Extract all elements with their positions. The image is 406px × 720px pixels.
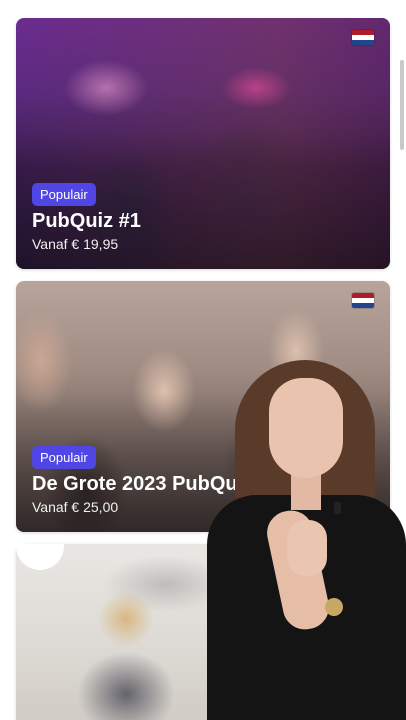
screen: Populair PubQuiz #1 Vanaf € 19,95 Popula… bbox=[0, 0, 406, 720]
lapel-microphone-icon bbox=[334, 502, 341, 514]
presenter-video-overlay bbox=[207, 360, 406, 720]
presenter-hand bbox=[287, 520, 327, 576]
presenter-face bbox=[269, 378, 343, 478]
popular-badge: Populair bbox=[32, 183, 96, 206]
netherlands-flag-icon bbox=[352, 293, 374, 308]
wristwatch-icon bbox=[325, 598, 343, 616]
netherlands-flag-icon bbox=[352, 30, 374, 45]
card-price: Vanaf € 19,95 bbox=[32, 236, 119, 252]
card-title: PubQuiz #1 bbox=[32, 210, 141, 232]
scrollbar-thumb[interactable] bbox=[400, 60, 404, 150]
quiz-card-pubquiz-1[interactable]: Populair PubQuiz #1 Vanaf € 19,95 bbox=[16, 18, 390, 269]
flag-stripe-blue bbox=[352, 303, 374, 308]
card-price: Vanaf € 25,00 bbox=[32, 499, 119, 515]
flag-stripe-blue bbox=[352, 40, 374, 45]
popular-badge: Populair bbox=[32, 446, 96, 469]
